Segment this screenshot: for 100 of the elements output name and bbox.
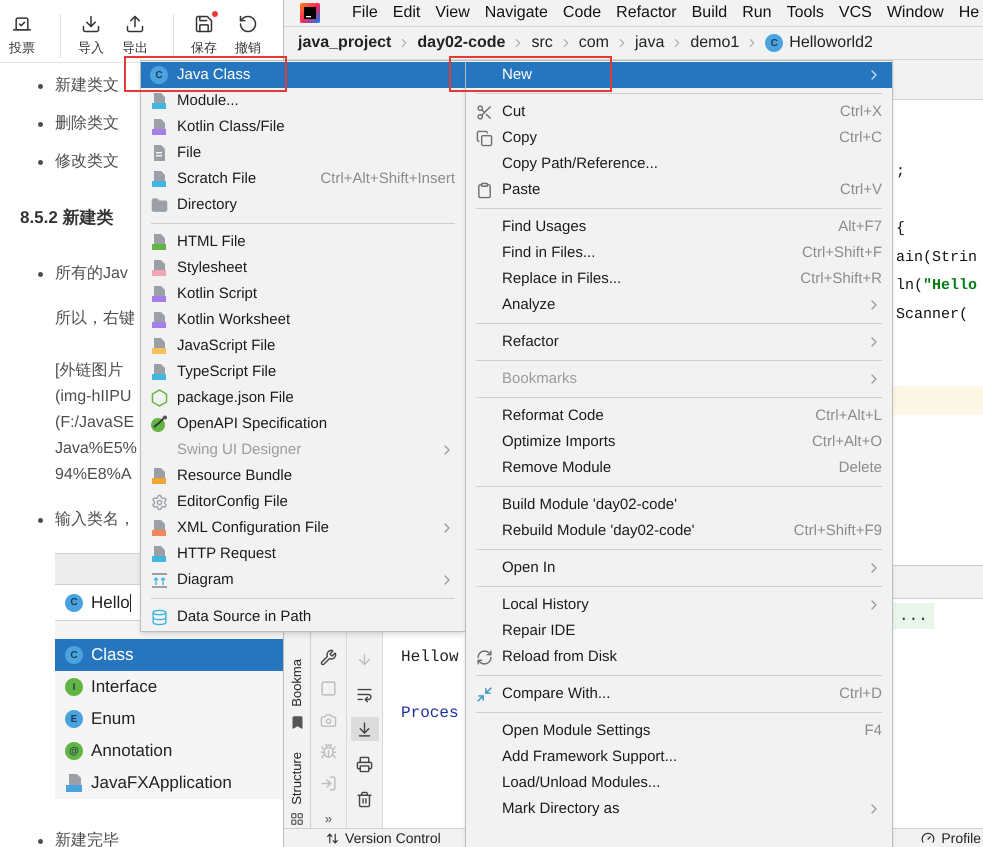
list-item[interactable]: JavaFXApplication	[55, 767, 283, 799]
menu-bar-item[interactable]: Code	[562, 1, 602, 25]
code-line: ln("Hello	[896, 276, 978, 296]
menu-bar-item[interactable]: Run	[742, 1, 772, 25]
side-tab[interactable]: Structure	[287, 752, 307, 804]
list-text: 修改类文	[55, 152, 119, 172]
menu-item[interactable]: Compare With... Ctrl+D	[466, 681, 892, 707]
breadcrumb-item[interactable]: java_project	[298, 31, 392, 55]
app-logo	[300, 3, 320, 23]
file-icon	[151, 259, 167, 277]
menu-item[interactable]: New	[466, 62, 892, 88]
menu-item[interactable]: Copy Path/Reference...	[466, 151, 892, 177]
tool-window-button[interactable]: Profile	[921, 829, 983, 847]
breadcrumb-item[interactable]: day02-code	[417, 31, 506, 55]
toolbar-button[interactable]: 保存	[188, 14, 220, 58]
tool-window-button[interactable]: Version Control	[326, 829, 441, 847]
menu-bar-item[interactable]: View	[435, 1, 470, 25]
folded-text[interactable]: ...	[893, 603, 934, 629]
breadcrumb-item[interactable]: com	[578, 31, 609, 55]
menu-item[interactable]: Remove Module Delete	[466, 455, 892, 481]
code-line: {	[896, 219, 906, 239]
compare-arrows-icon	[476, 686, 492, 702]
menu-item[interactable]: Find Usages Alt+F7	[466, 214, 892, 240]
menu-bar-item[interactable]: VCS	[838, 1, 872, 25]
menu-item[interactable]: Copy Ctrl+C	[466, 125, 892, 151]
menu-bar-item[interactable]: Tools	[786, 1, 824, 25]
menu-item[interactable]: Open Module Settings F4	[466, 718, 892, 744]
shortcut-label: Ctrl+Shift+F9	[792, 520, 882, 541]
toolbar-button[interactable]: 投票	[6, 14, 38, 58]
menu-bar-item[interactable]: He	[958, 1, 980, 25]
menu-bar-item[interactable]: Edit	[392, 1, 420, 25]
list-item[interactable]: C Class	[55, 639, 283, 671]
menu-item[interactable]: Load/Unload Modules...	[466, 770, 892, 796]
toolbar-button[interactable]: 导入	[75, 14, 107, 58]
menu-item[interactable]: Cut Ctrl+X	[466, 99, 892, 125]
list-item[interactable]: @ Annotation	[55, 735, 283, 767]
menu-item[interactable]: XML Configuration File	[141, 515, 465, 541]
menu-item[interactable]: Module...	[141, 88, 465, 114]
side-tab[interactable]: Bookma	[287, 659, 307, 707]
menu-bar-item[interactable]: File	[352, 1, 378, 25]
menu-bar-item[interactable]: Navigate	[484, 1, 548, 25]
menu-bar-item[interactable]: Window	[886, 1, 944, 25]
more-tools-label[interactable]: »	[324, 808, 332, 828]
shortcut-label: Ctrl+X	[838, 102, 882, 122]
menu-item[interactable]: Kotlin Worksheet	[141, 307, 465, 333]
menu-item[interactable]: File	[141, 140, 465, 166]
toolbar-button[interactable]: 撤销	[232, 14, 264, 58]
list-item[interactable]: E Enum	[55, 703, 283, 735]
shortcut-label: Ctrl+Shift+F	[800, 242, 882, 263]
scroll-end-icon[interactable]	[350, 717, 378, 741]
list-item[interactable]: I Interface	[55, 671, 283, 703]
menu-bar-item[interactable]: Refactor	[616, 1, 677, 25]
menu-item[interactable]: Refactor	[466, 329, 892, 355]
menu-item[interactable]: Analyze	[466, 292, 892, 318]
menu-item[interactable]: Kotlin Class/File	[141, 114, 465, 140]
breadcrumb-item[interactable]: src	[531, 31, 553, 55]
toolbar-button[interactable]: 导出	[119, 14, 151, 58]
menu-item[interactable]: Open In	[466, 555, 892, 581]
menu-item[interactable]: TypeScript File	[141, 359, 465, 385]
menu-item[interactable]: Diagram	[141, 567, 465, 593]
hexagon-icon	[150, 389, 168, 407]
menu-item[interactable]: Add Framework Support...	[466, 744, 892, 770]
breadcrumb-item[interactable]: java	[635, 31, 664, 55]
menu-item[interactable]: Data Source in Path	[141, 604, 465, 630]
menu-item[interactable]: Local History	[466, 592, 892, 618]
menu-item[interactable]: Reload from Disk	[466, 644, 892, 670]
menu-item[interactable]: Optimize Imports Ctrl+Alt+O	[466, 429, 892, 455]
breadcrumb-item[interactable]: Helloworld2	[789, 31, 873, 55]
menu-item[interactable]: HTML File	[141, 229, 465, 255]
menu-item[interactable]: EditorConfig File	[141, 489, 465, 515]
list-text: 删除类文	[55, 114, 119, 134]
section-heading: 8.5.2 新建类	[20, 207, 114, 230]
menu-item[interactable]: HTTP Request	[141, 541, 465, 567]
database-icon	[150, 608, 168, 626]
menu-item[interactable]: Scratch File Ctrl+Alt+Shift+Insert	[141, 166, 465, 192]
menu-item[interactable]: Build Module 'day02-code'	[466, 492, 892, 518]
menu-item[interactable]: Paste Ctrl+V	[466, 177, 892, 203]
menu-item[interactable]: Reformat Code Ctrl+Alt+L	[466, 403, 892, 429]
menu-item[interactable]: Stylesheet	[141, 255, 465, 281]
menu-bar-item[interactable]: Build	[692, 1, 728, 25]
menu-item[interactable]: Directory	[141, 192, 465, 218]
menu-item[interactable]: Rebuild Module 'day02-code' Ctrl+Shift+F9	[466, 518, 892, 544]
gauge-icon	[921, 831, 936, 845]
console-line: Proces	[401, 703, 459, 724]
menu-item[interactable]: package.json File	[141, 385, 465, 411]
menu-item[interactable]: Replace in Files... Ctrl+Shift+R	[466, 266, 892, 292]
menu-item[interactable]: Find in Files... Ctrl+Shift+F	[466, 240, 892, 266]
menu-item[interactable]: Repair IDE	[466, 618, 892, 644]
menu-item[interactable]: Resource Bundle	[141, 463, 465, 489]
breadcrumb-item[interactable]: demo1	[690, 31, 740, 55]
menu-item[interactable]: JavaScript File	[141, 333, 465, 359]
shortcut-label: Ctrl+Alt+L	[814, 406, 882, 426]
menu-item[interactable]: OpenAPI Specification	[141, 411, 465, 437]
menu-item[interactable]: C Java Class	[141, 62, 465, 88]
vcs-icon	[326, 832, 339, 844]
scissors-icon	[476, 104, 492, 120]
menu-item[interactable]: Kotlin Script	[141, 281, 465, 307]
menu-item[interactable]: Mark Directory as	[466, 796, 892, 822]
file-icon	[151, 92, 167, 110]
shortcut-label: Alt+F7	[837, 216, 882, 237]
